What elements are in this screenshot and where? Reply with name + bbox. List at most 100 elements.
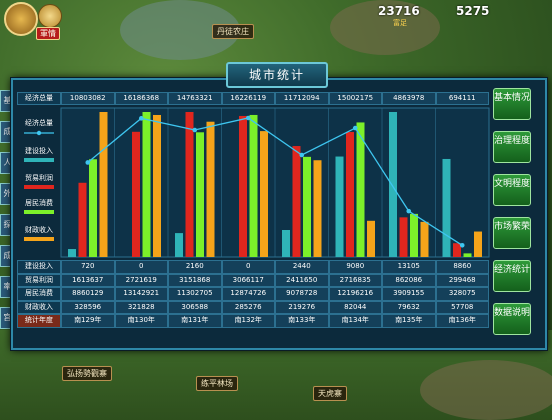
table-cell: 2440 <box>275 260 329 274</box>
table-cell: 82044 <box>328 300 382 314</box>
bar-居民消费[interactable] <box>463 253 472 257</box>
line-point[interactable] <box>138 116 144 121</box>
table-cell: 南132年 <box>221 314 275 328</box>
table-cell: 720 <box>61 260 115 274</box>
row-label: 财政收入 <box>17 300 61 314</box>
line-point[interactable] <box>352 125 358 131</box>
bar-建设投入[interactable] <box>389 112 397 257</box>
legend-swatch <box>24 237 54 241</box>
civilization-button[interactable]: 文明程度 <box>493 174 531 206</box>
table-cell: 57708 <box>435 300 489 314</box>
legend-swatch <box>36 130 42 136</box>
table-cell: 2716835 <box>328 273 382 287</box>
table-cell: 8860 <box>435 260 489 274</box>
bar-居民消费[interactable] <box>303 156 311 257</box>
bar-建设投入[interactable] <box>442 158 451 257</box>
top-value-cell: 16226119 <box>221 92 275 105</box>
legend-label: 贸易利润 <box>25 173 53 182</box>
line-point[interactable] <box>192 127 198 133</box>
bar-居民消费[interactable] <box>356 122 365 257</box>
bar-财政收入[interactable] <box>206 121 215 257</box>
top-value-cell: 10803082 <box>61 92 115 105</box>
table-cell: 79632 <box>382 300 436 314</box>
economy-chart: 经济总量建设投入贸易利润居民消费财政收入 <box>24 107 490 258</box>
legend-label: 居民消费 <box>25 198 53 207</box>
top-value-cell: 11712094 <box>275 92 329 105</box>
bar-贸易利润[interactable] <box>399 217 408 257</box>
bar-财政收入[interactable] <box>260 131 268 257</box>
legend-label: 建设投入 <box>25 146 53 155</box>
table-cell: 南129年 <box>61 314 115 328</box>
bar-居民消费[interactable] <box>89 159 97 257</box>
bar-贸易利润[interactable] <box>346 132 354 257</box>
bar-建设投入[interactable] <box>335 156 344 257</box>
table-cell: 11302705 <box>168 287 222 301</box>
line-point[interactable] <box>406 208 412 214</box>
bar-财政收入[interactable] <box>313 160 322 257</box>
table-cell: 3066117 <box>221 273 275 287</box>
bar-居民消费[interactable] <box>196 132 204 257</box>
bar-居民消费[interactable] <box>249 114 258 257</box>
bar-建设投入[interactable] <box>282 230 290 257</box>
bar-财政收入[interactable] <box>99 112 108 257</box>
row-label: 贸易利润 <box>17 273 61 287</box>
legend-swatch <box>24 158 54 162</box>
bar-建设投入[interactable] <box>175 233 183 257</box>
bar-贸易利润[interactable] <box>453 243 461 257</box>
line-point[interactable] <box>245 115 251 121</box>
data-notes-button[interactable]: 数据说明 <box>493 303 531 335</box>
bar-贸易利润[interactable] <box>239 115 247 257</box>
row-label: 建设投入 <box>17 260 61 274</box>
table-cell: 12874726 <box>221 287 275 301</box>
table-cell: 南131年 <box>168 314 222 328</box>
legend-label: 财政收入 <box>25 225 53 234</box>
basic-info-button[interactable]: 基本情况 <box>493 88 531 120</box>
table-cell: 328075 <box>435 287 489 301</box>
table-cell: 2721619 <box>114 273 168 287</box>
table-cell: 0 <box>221 260 275 274</box>
bar-贸易利润[interactable] <box>78 182 87 257</box>
legend-label: 经济总量 <box>25 118 53 127</box>
economy-stats-button[interactable]: 经济统计 <box>493 260 531 292</box>
bar-财政收入[interactable] <box>367 220 375 257</box>
line-point[interactable] <box>85 160 91 165</box>
governance-button[interactable]: 治理程度 <box>493 131 531 163</box>
legend-swatch <box>24 185 54 189</box>
table-cell: 321828 <box>114 300 168 314</box>
bar-居民消费[interactable] <box>142 112 151 257</box>
bar-贸易利润[interactable] <box>292 146 301 257</box>
top-value-cell: 14763321 <box>168 92 222 105</box>
top-value-cell: 15002175 <box>328 92 382 105</box>
bar-财政收入[interactable] <box>420 221 429 257</box>
row-label: 居民消费 <box>17 287 61 301</box>
table-cell: 12196216 <box>328 287 382 301</box>
table-cell: 南135年 <box>382 314 436 328</box>
bar-居民消费[interactable] <box>410 213 418 257</box>
line-point[interactable] <box>459 243 465 248</box>
bar-建设投入[interactable] <box>68 249 76 257</box>
table-cell: 0 <box>114 260 168 274</box>
top-value-cell: 16186368 <box>114 92 168 105</box>
table-cell: 9078728 <box>275 287 329 301</box>
table-cell: 299468 <box>435 273 489 287</box>
table-cell: 13105 <box>382 260 436 274</box>
table-cell: 南134年 <box>328 314 382 328</box>
table-cell: 2411650 <box>275 273 329 287</box>
bar-贸易利润[interactable] <box>132 131 140 257</box>
table-cell: 9080 <box>328 260 382 274</box>
legend-swatch <box>24 210 54 214</box>
top-value-cell: 694111 <box>435 92 489 105</box>
table-cell: 862086 <box>382 273 436 287</box>
table-cell: 2160 <box>168 260 222 274</box>
market-button[interactable]: 市场繁荣 <box>493 217 531 249</box>
table-cell: 南133年 <box>275 314 329 328</box>
bar-财政收入[interactable] <box>153 114 161 257</box>
bar-财政收入[interactable] <box>474 231 482 257</box>
bar-贸易利润[interactable] <box>185 112 194 257</box>
table-cell: 3909155 <box>382 287 436 301</box>
table-cell: 南130年 <box>114 314 168 328</box>
top-value-cell: 4863978 <box>382 92 436 105</box>
table-cell: 8860129 <box>61 287 115 301</box>
line-point[interactable] <box>299 152 305 158</box>
row-label: 统计年度 <box>17 314 61 328</box>
